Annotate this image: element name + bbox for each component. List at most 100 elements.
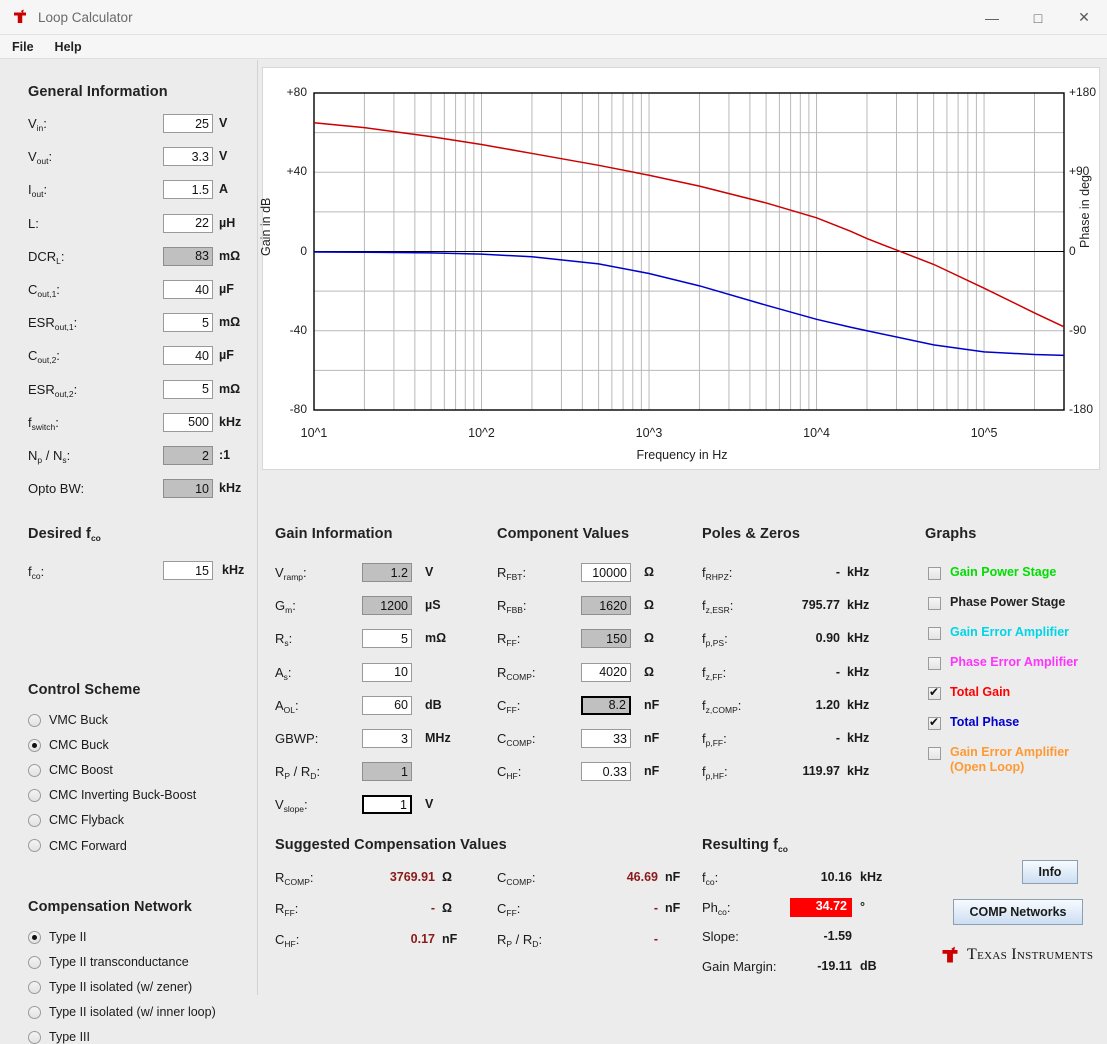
radio-button-icon[interactable]	[28, 1005, 41, 1019]
gain-gbwp-unit: MHz	[425, 731, 451, 745]
gain-g-m-input[interactable]	[362, 596, 412, 616]
general-information-title: General Information	[28, 84, 168, 100]
resulting-ph-co-value: 34.72	[790, 897, 852, 917]
v-out-label: Vout:	[28, 149, 53, 167]
checkbox-icon[interactable]	[928, 657, 941, 670]
opto-bw-input[interactable]	[163, 479, 213, 499]
radio-button-icon[interactable]	[28, 1030, 41, 1044]
pz-f-rhpz-unit: kHz	[847, 565, 870, 579]
graph-checkbox-total-gain[interactable]: Total Gain	[928, 684, 1010, 700]
component-c-ff-input[interactable]	[581, 695, 631, 715]
component-r-fbb-input[interactable]	[581, 596, 631, 616]
pz-f-z-esr-value: 795.77	[801, 598, 840, 613]
menu-bar: File Help	[0, 35, 1107, 59]
checkbox-icon[interactable]	[928, 627, 941, 640]
v-in-label: Vin:	[28, 116, 47, 133]
component-r-fbt-unit: Ω	[644, 565, 655, 579]
menu-file[interactable]: File	[3, 38, 43, 56]
info-button[interactable]: Info	[1022, 860, 1078, 884]
resulting-ph-co-unit: °	[860, 899, 865, 914]
gain-v-ramp-input[interactable]	[362, 563, 412, 582]
pz-f-p-ff-label: fp,FF:	[702, 731, 727, 748]
dcr-l-input[interactable]	[163, 246, 213, 266]
gain-r-p-label: RP / RD:	[275, 764, 321, 782]
n-p-input[interactable]	[163, 446, 213, 465]
graph-checkbox-label: Phase Power Stage	[950, 595, 1066, 609]
gain-gbwp-input[interactable]	[362, 729, 412, 748]
v-in-unit: V	[219, 116, 228, 130]
graph-checkbox-gain-error-amplifier-open-loop[interactable]: Gain Error Amplifier (Open Loop)	[928, 745, 1069, 775]
gain-v-slope-label: Vslope:	[275, 797, 308, 815]
compensation-network-option-type-ii-isolated-w-inner-loop[interactable]: Type II isolated (w/ inner loop)	[28, 1005, 216, 1019]
graph-checkbox-phase-power-stage[interactable]: Phase Power Stage	[928, 595, 1065, 610]
gain-v-slope-unit: V	[425, 797, 434, 812]
resulting-gain-margin-value: -19.11	[817, 958, 852, 973]
suggested-left-r-comp-label: RCOMP:	[275, 870, 314, 887]
graph-checkbox-gain-error-amplifier[interactable]: Gain Error Amplifier	[928, 625, 1069, 640]
component-c-hf-label: CHF:	[497, 764, 522, 782]
l-input[interactable]	[163, 213, 213, 233]
c-out-1-unit: µF	[219, 282, 234, 296]
f-switch-label: fswitch:	[28, 414, 59, 432]
pz-f-z-comp-value: 1.20	[815, 697, 840, 712]
component-r-fbt-input[interactable]	[581, 563, 631, 582]
compensation-network-option-label: Type III	[49, 1030, 90, 1044]
pz-f-p-hf-label: fp,HF:	[702, 764, 728, 782]
component-c-comp-unit: nF	[644, 731, 660, 745]
compensation-network-option-type-iii[interactable]: Type III	[28, 1030, 90, 1044]
minimize-button[interactable]: —	[969, 0, 1015, 35]
gain-a-ol-input[interactable]	[362, 695, 412, 715]
esr-out-1-input[interactable]	[163, 313, 213, 333]
esr-out-2-input[interactable]	[163, 379, 213, 399]
checkbox-icon[interactable]	[928, 597, 941, 610]
component-c-hf-input[interactable]	[581, 762, 631, 782]
checkbox-icon[interactable]	[928, 567, 941, 580]
component-r-fbt-label: RFBT:	[497, 565, 527, 582]
checkbox-icon[interactable]	[928, 747, 941, 760]
c-out-2-input[interactable]	[163, 346, 213, 366]
graph-checkbox-phase-error-amplifier[interactable]: Phase Error Amplifier	[928, 655, 1078, 670]
suggested-left-r-ff-unit: Ω	[442, 901, 453, 915]
component-c-comp-input[interactable]	[581, 729, 631, 748]
c-out-1-input[interactable]	[163, 280, 213, 299]
pz-f-p-ff-unit: kHz	[847, 731, 870, 745]
i-out-unit: A	[219, 182, 229, 197]
gain-r-s-input[interactable]	[362, 629, 412, 649]
gain-a-s-input[interactable]	[362, 662, 412, 682]
f-switch-unit: kHz	[219, 414, 242, 429]
comp-networks-button[interactable]: COMP Networks	[953, 899, 1083, 925]
menu-help[interactable]: Help	[46, 38, 91, 56]
gain-r-s-label: Rs:	[275, 631, 293, 649]
gain-g-m-label: Gm:	[275, 598, 296, 616]
i-out-input[interactable]	[163, 180, 213, 200]
pz-f-z-esr-unit: kHz	[847, 598, 870, 613]
graph-checkbox-label: Gain Error Amplifier	[950, 625, 1070, 639]
pz-f-rhpz-value: -	[835, 565, 840, 579]
graph-checkbox-total-phase[interactable]: Total Phase	[928, 714, 1019, 730]
component-r-comp-input[interactable]	[581, 662, 631, 682]
component-r-fbb-label: RFBB:	[497, 598, 527, 616]
f-switch-input[interactable]	[163, 412, 213, 432]
component-c-ff-unit: nF	[644, 697, 660, 712]
maximize-button[interactable]: □	[1015, 0, 1061, 35]
v-out-input[interactable]	[163, 147, 213, 167]
checkbox-icon[interactable]	[928, 714, 941, 730]
gain-v-slope-input[interactable]	[362, 795, 412, 815]
resulting-gain-margin-label: Gain Margin:	[702, 958, 777, 974]
poles-zeros-title: Poles & Zeros	[702, 526, 800, 542]
gain-r-p-input[interactable]	[362, 762, 412, 782]
component-r-ff-input[interactable]	[581, 629, 631, 649]
close-button[interactable]: ✕	[1061, 0, 1107, 35]
c-out-1-label: Cout,1:	[28, 282, 60, 299]
pz-f-p-ps-unit: kHz	[847, 631, 870, 646]
v-in-input[interactable]	[163, 114, 213, 133]
dcr-l-unit: mΩ	[219, 248, 241, 263]
l-unit: µH	[219, 215, 236, 230]
graph-checkbox-gain-power-stage[interactable]: Gain Power Stage	[928, 565, 1056, 580]
resulting-f-co-value: 10.16	[820, 870, 852, 884]
resulting-slope-label: Slope:	[702, 929, 739, 944]
gain-v-ramp-unit: V	[425, 565, 434, 579]
checkbox-icon[interactable]	[928, 684, 941, 700]
pz-f-z-comp-label: fz,COMP:	[702, 697, 742, 715]
gain-gbwp-label: GBWP:	[275, 731, 319, 746]
